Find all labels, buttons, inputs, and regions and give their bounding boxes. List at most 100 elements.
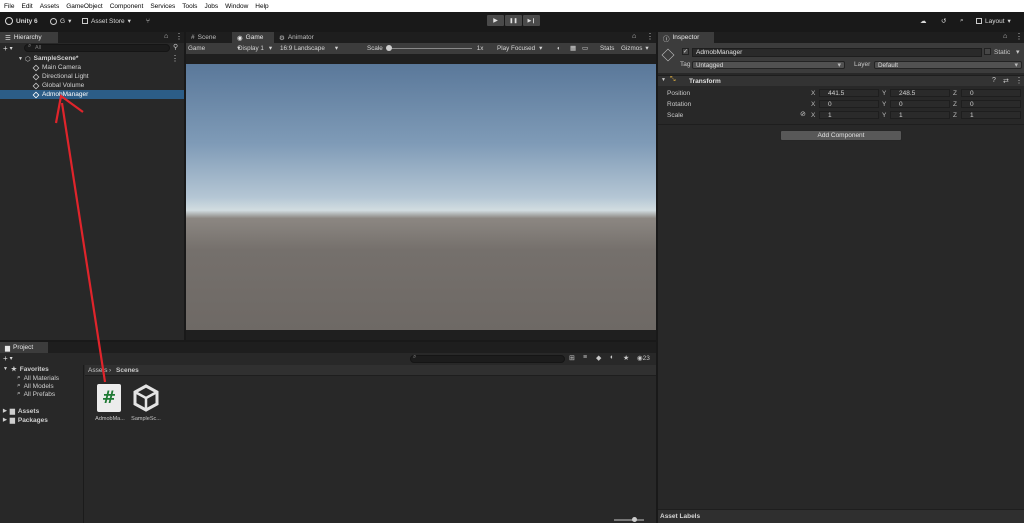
- tab-game[interactable]: ◉ Game: [232, 32, 274, 43]
- rotation-x-field[interactable]: X0: [811, 100, 879, 108]
- tab-hierarchy[interactable]: ☰ Hierarchy: [0, 32, 58, 43]
- scale-slider[interactable]: Scale 1x: [367, 43, 483, 54]
- rotation-z-field[interactable]: Z0: [953, 100, 1021, 108]
- lock-icon[interactable]: ⌂: [164, 33, 168, 40]
- kebab-menu-icon[interactable]: ⋮: [646, 32, 654, 41]
- kebab-menu-icon[interactable]: ⋮: [171, 54, 179, 63]
- search-mode-icon[interactable]: ◐: [610, 354, 614, 361]
- tag-dropdown[interactable]: Untagged: [692, 61, 845, 69]
- favorites-section[interactable]: ▼ ★ Favorites: [3, 365, 49, 374]
- account-dropdown[interactable]: G ▾: [50, 15, 71, 27]
- tab-project[interactable]: ▆ Project: [0, 342, 48, 353]
- scene-row[interactable]: ▼ ⬡ SampleScene* ⋮: [0, 54, 184, 63]
- asset-tile-samplescene[interactable]: SampleSc...: [129, 382, 163, 426]
- assets-folder[interactable]: ▶ ▆ Assets: [3, 407, 39, 416]
- kebab-menu-icon[interactable]: ⋮: [1015, 76, 1023, 85]
- tab-animator[interactable]: ⚙ Animator: [274, 32, 326, 43]
- object-name-field[interactable]: AdmobManager: [692, 48, 982, 57]
- menu-jobs[interactable]: Jobs: [204, 3, 218, 10]
- play-focused-dropdown[interactable]: Play Focused ▾: [497, 43, 542, 54]
- menu-services[interactable]: Services: [150, 3, 175, 10]
- menu-help[interactable]: Help: [255, 3, 268, 10]
- breadcrumb-assets[interactable]: Assets: [88, 367, 108, 374]
- x-axis-label: X: [811, 90, 816, 97]
- pause-button[interactable]: ❚❚: [505, 15, 522, 26]
- preset-icon[interactable]: ⇄: [1003, 77, 1009, 85]
- hierarchy-item-main-camera[interactable]: Main Camera: [0, 63, 184, 72]
- scale-slider-handle[interactable]: [385, 45, 392, 51]
- hierarchy-panel: + ▾ ⌕ All ⚲ ▼ ⬡ SampleScene* ⋮ Main Camer…: [0, 43, 184, 340]
- favorite-all-prefabs[interactable]: ⌕ All Prefabs: [17, 390, 55, 398]
- hierarchy-item-global-volume[interactable]: Global Volume: [0, 81, 184, 90]
- asset-labels-bar[interactable]: Asset Labels: [658, 509, 1024, 523]
- transform-header[interactable]: ▼ ⤡ Transform ? ⇄ ⋮: [658, 75, 1024, 86]
- stats-toggle-icon[interactable]: ▦: [570, 43, 576, 54]
- search-button[interactable]: ⌕: [960, 15, 964, 27]
- display-dropdown[interactable]: Display 1 ▾: [238, 43, 272, 54]
- asset-store-dropdown[interactable]: Asset Store ▾: [82, 15, 131, 27]
- active-checkbox[interactable]: ✓: [682, 48, 689, 55]
- inspector-tabbar: ⓘ Inspector ⌂ ⋮: [658, 32, 1024, 43]
- play-button[interactable]: ▶: [487, 15, 504, 26]
- kebab-menu-icon[interactable]: ⋮: [175, 32, 183, 41]
- hidden-packages-toggle[interactable]: ◉23: [637, 354, 650, 362]
- rotation-y-field[interactable]: Y0: [882, 100, 950, 108]
- cloud-button[interactable]: ☁: [920, 15, 927, 27]
- position-x-field[interactable]: X 441.5: [811, 89, 879, 97]
- layout-dropdown[interactable]: Layout ▾: [976, 15, 1011, 27]
- unity-version-button[interactable]: Unity 6: [5, 15, 38, 27]
- hierarchy-item-directional-light[interactable]: Directional Light: [0, 72, 184, 81]
- layer-dropdown[interactable]: Default: [874, 61, 1022, 69]
- add-component-button[interactable]: Add Component: [780, 130, 902, 141]
- scale-y-field[interactable]: Y1: [882, 111, 950, 119]
- stats-button[interactable]: Stats: [600, 43, 614, 54]
- menu-window[interactable]: Window: [225, 3, 248, 10]
- scale-z-field[interactable]: Z1: [953, 111, 1021, 119]
- mute-audio-icon[interactable]: ◐: [557, 43, 561, 54]
- chevron-down-icon[interactable]: ▾: [1016, 48, 1020, 56]
- lock-icon[interactable]: ⌂: [1003, 33, 1007, 40]
- favorite-all-models[interactable]: ⌕ All Models: [17, 382, 54, 390]
- menu-edit[interactable]: Edit: [21, 3, 32, 10]
- create-asset-button[interactable]: + ▾: [3, 354, 13, 363]
- position-y-field[interactable]: Y 248.5: [882, 89, 950, 97]
- aspect-dropdown[interactable]: 16:9 Landscape ▾: [280, 43, 338, 54]
- menu-assets[interactable]: Assets: [40, 3, 60, 10]
- game-viewport[interactable]: [186, 64, 656, 330]
- static-checkbox[interactable]: [984, 48, 991, 55]
- asset-tile-admobmanager[interactable]: # AdmobMa...: [93, 382, 127, 426]
- tab-scene[interactable]: # Scene: [186, 32, 232, 43]
- packages-folder[interactable]: ▶ ▆ Packages: [3, 416, 48, 425]
- scale-x-field[interactable]: X1: [811, 111, 879, 119]
- gizmos-dropdown[interactable]: Gizmos ▾: [621, 43, 649, 54]
- star-icon[interactable]: ★: [623, 354, 629, 362]
- hierarchy-search-input[interactable]: ⌕ All: [24, 43, 170, 52]
- version-control-button[interactable]: ⑂: [146, 15, 150, 27]
- help-icon[interactable]: ?: [992, 77, 996, 84]
- link-icon[interactable]: ⊘: [800, 110, 806, 118]
- favorite-all-materials[interactable]: ⌕ All Materials: [17, 374, 59, 382]
- icon-size-slider[interactable]: [614, 517, 644, 522]
- tab-inspector[interactable]: ⓘ Inspector: [658, 32, 714, 43]
- breadcrumb-scenes[interactable]: Scenes: [116, 367, 139, 374]
- lock-icon[interactable]: ⌂: [632, 33, 636, 40]
- frame-debugger-icon[interactable]: ▭: [582, 43, 588, 54]
- menu-gameobject[interactable]: GameObject: [66, 3, 103, 10]
- hierarchy-item-admobmanager[interactable]: AdmobManager: [0, 90, 184, 99]
- step-button[interactable]: ▶❙: [523, 15, 540, 26]
- search-by-label-icon[interactable]: ≡: [583, 354, 587, 361]
- filter-icon[interactable]: ⚲: [173, 43, 178, 51]
- game-mode-dropdown[interactable]: Game ▾: [188, 43, 240, 54]
- icon-size-slider-handle[interactable]: [632, 517, 637, 522]
- project-search-input[interactable]: ⌕: [410, 354, 565, 363]
- menu-tools[interactable]: Tools: [182, 3, 197, 10]
- create-button[interactable]: + ▾: [3, 44, 13, 53]
- search-by-type-icon[interactable]: ⊞: [569, 354, 575, 362]
- menu-component[interactable]: Component: [110, 3, 144, 10]
- position-z-field[interactable]: Z0: [953, 89, 1021, 97]
- scale-slider-track[interactable]: [385, 45, 472, 51]
- menu-file[interactable]: File: [4, 3, 14, 10]
- history-button[interactable]: ↺: [941, 15, 946, 27]
- kebab-menu-icon[interactable]: ⋮: [1015, 32, 1023, 41]
- tag-icon[interactable]: ◆: [596, 354, 601, 362]
